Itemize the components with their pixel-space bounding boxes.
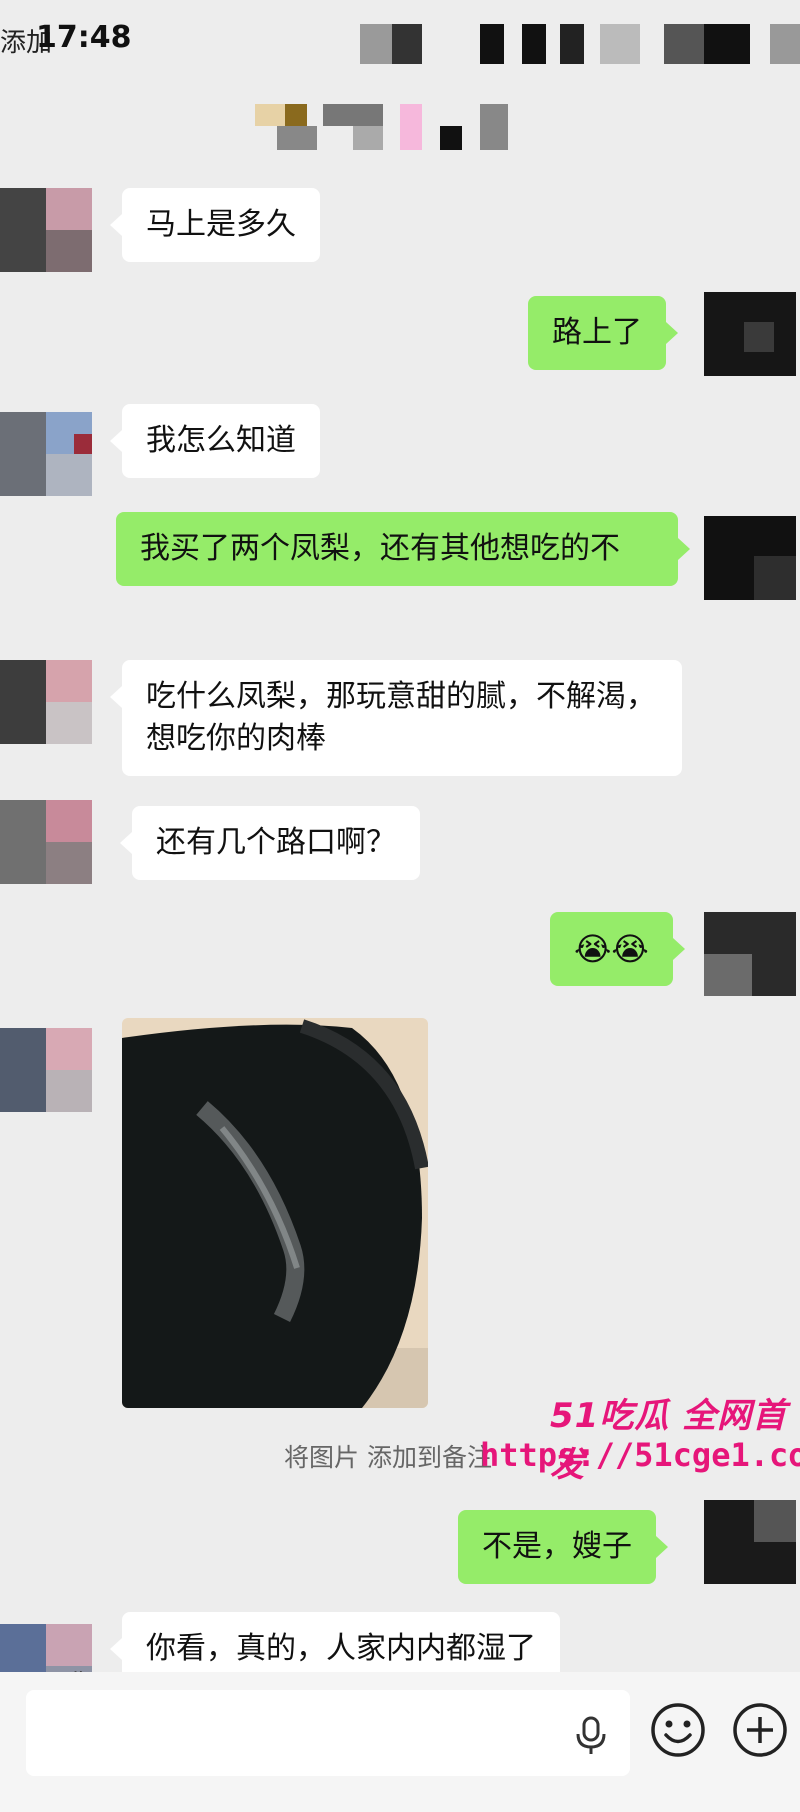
message-bubble-incoming[interactable]: 我怎么知道	[110, 404, 320, 478]
smiley-icon[interactable]	[650, 1702, 706, 1758]
contact-avatar[interactable]	[0, 660, 92, 744]
self-avatar[interactable]	[704, 516, 796, 600]
contact-avatar[interactable]	[0, 412, 92, 496]
message-bubble-outgoing[interactable]: 不是，嫂子	[458, 1510, 668, 1584]
message-bubble-incoming[interactable]: 马上是多久	[110, 188, 320, 262]
image-save-hint: 将图片 添加到备注	[284, 1443, 492, 1472]
message-input[interactable]	[26, 1690, 630, 1776]
watermark: 51吃瓜 全网首发 https://51cge1.com	[470, 1388, 800, 1485]
self-avatar[interactable]	[704, 912, 796, 996]
message-image[interactable]	[122, 1018, 428, 1408]
message-bubble-incoming[interactable]: 还有几个路口啊？	[120, 806, 420, 880]
contact-avatar[interactable]	[0, 188, 92, 272]
status-time: 17:48	[36, 20, 132, 55]
microphone-icon[interactable]	[574, 1716, 608, 1756]
watermark-url: https://51cge1.com	[480, 1436, 800, 1474]
message-bubble-outgoing[interactable]: 我买了两个凤梨，还有其他想吃的不	[116, 512, 690, 586]
contact-avatar[interactable]	[0, 800, 92, 884]
self-avatar[interactable]	[704, 292, 796, 376]
message-bubble-outgoing-emoji[interactable]: 😭😭	[550, 912, 685, 986]
chat-title-blurred	[255, 104, 535, 150]
message-bubble-incoming[interactable]: 吃什么凤梨，那玩意甜的腻，不解渴，想吃你的肉棒	[110, 660, 682, 776]
plus-icon[interactable]	[732, 1702, 788, 1758]
self-avatar[interactable]	[704, 1500, 796, 1584]
contact-avatar[interactable]	[0, 1028, 92, 1112]
photo-image	[122, 1018, 428, 1408]
status-bar: 添加 17:48	[0, 0, 800, 78]
input-bar	[0, 1672, 800, 1812]
message-bubble-outgoing[interactable]: 路上了	[528, 296, 678, 370]
